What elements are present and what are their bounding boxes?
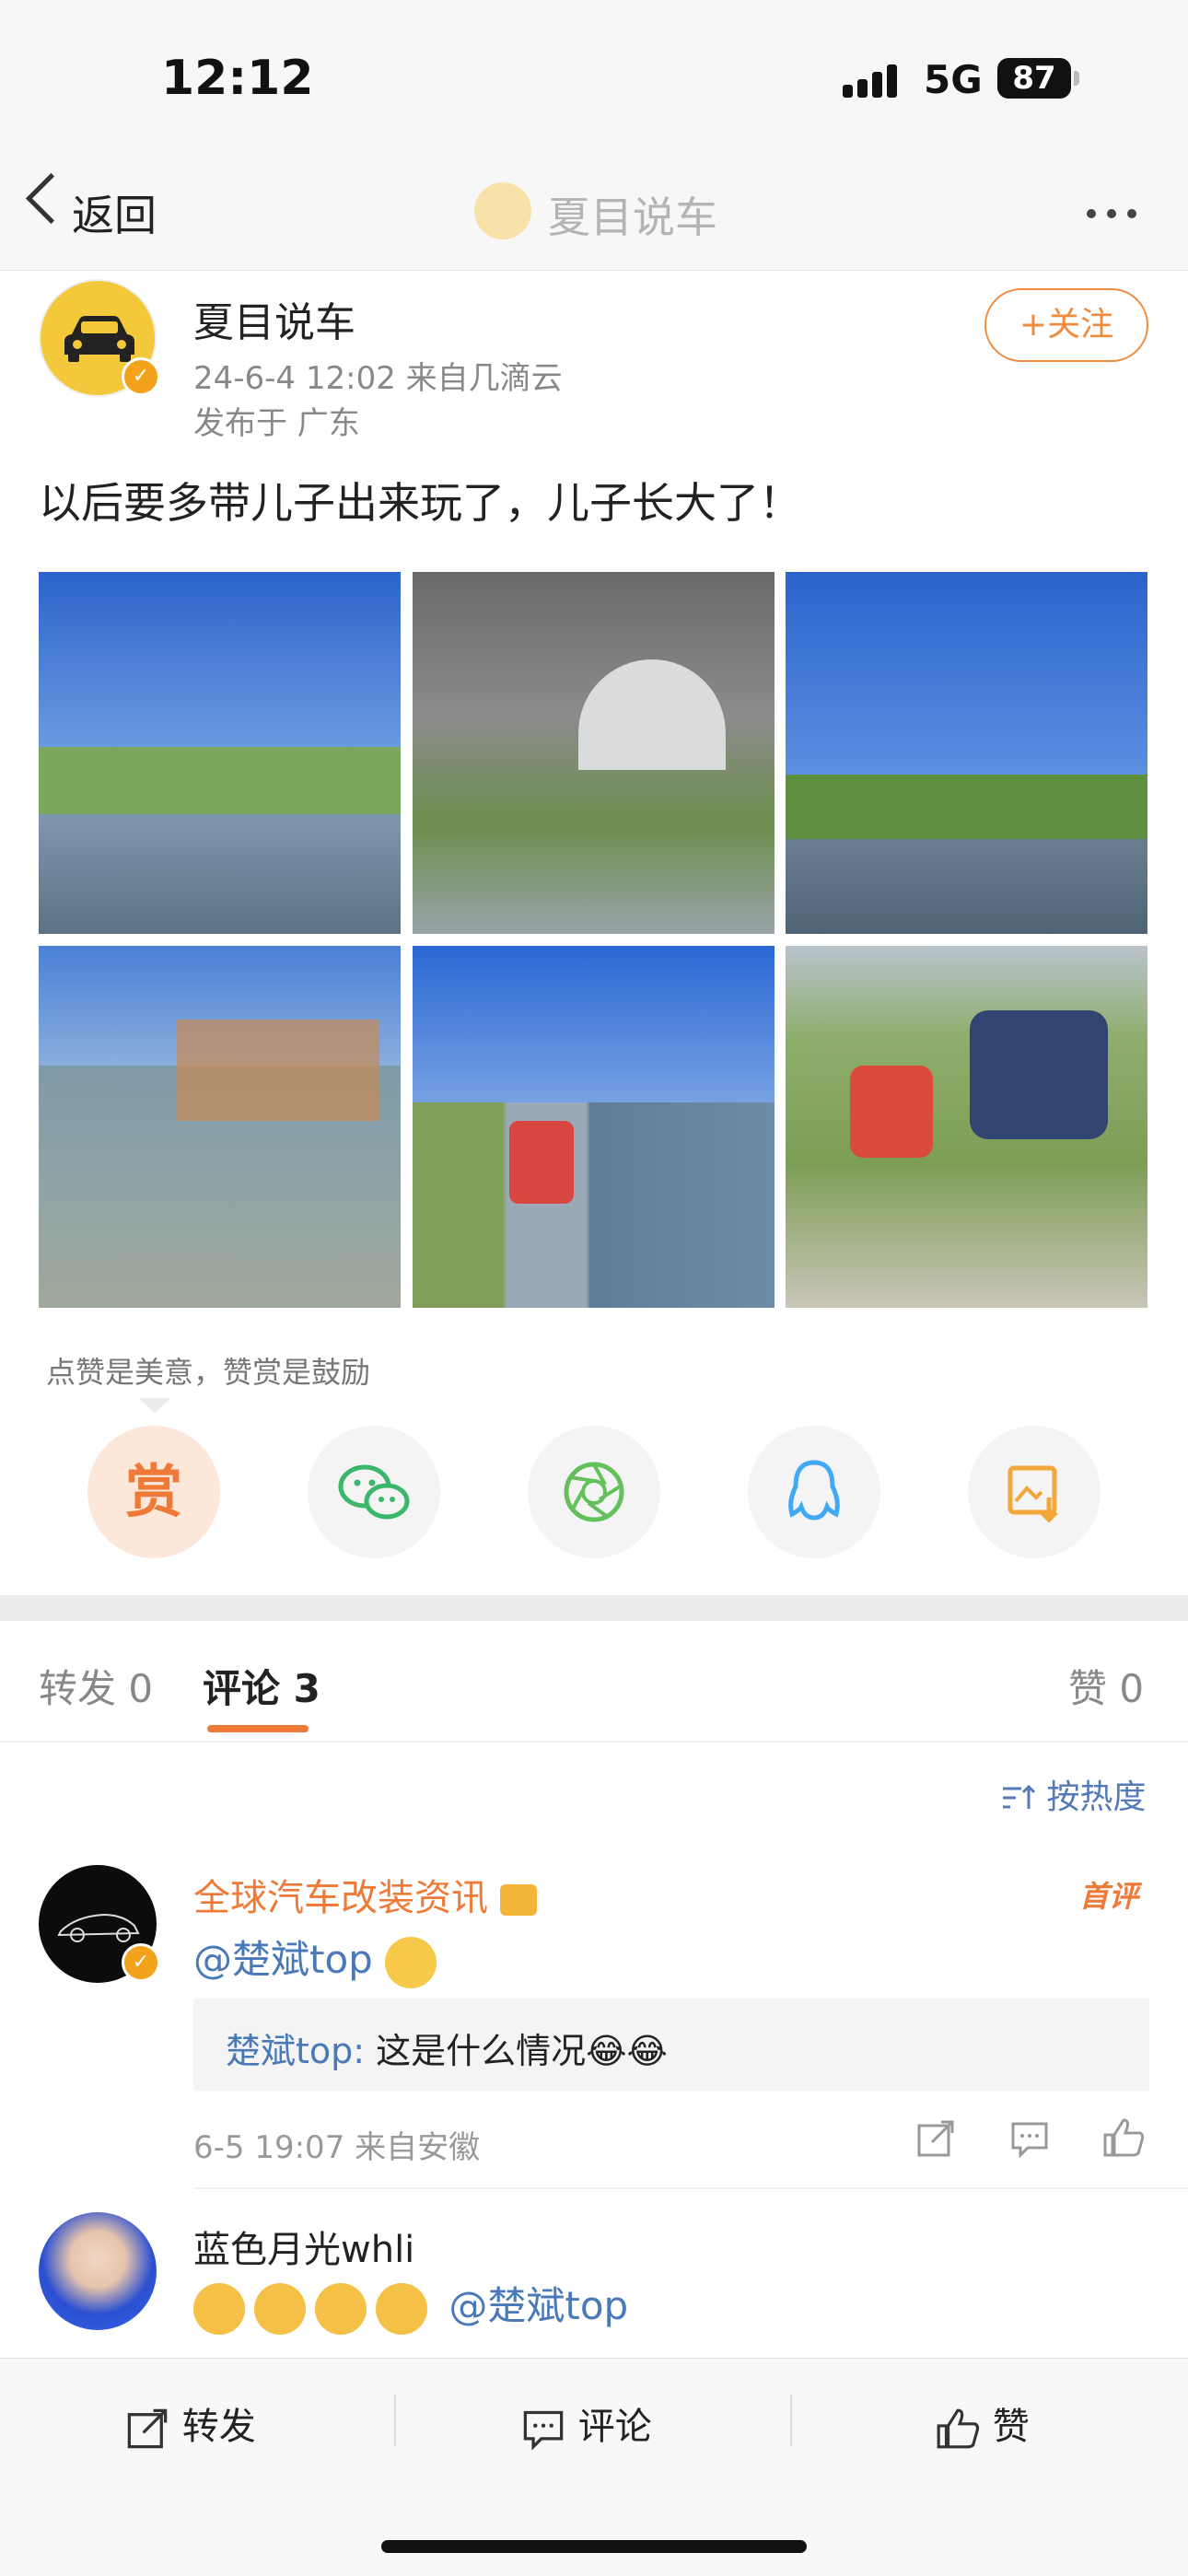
tab-repost[interactable]: 转发 0 bbox=[39, 1658, 153, 1714]
bottom-comment-button[interactable]: 评论 bbox=[520, 2396, 652, 2451]
section-divider bbox=[0, 1595, 1188, 1621]
share-qq-button[interactable] bbox=[748, 1426, 880, 1558]
photo-3[interactable] bbox=[786, 572, 1147, 934]
shrug-emoji-icon bbox=[385, 1936, 437, 1988]
post-meta: 24-6-4 12:02 来自几滴云 bbox=[193, 360, 563, 397]
follow-button[interactable]: +关注 bbox=[984, 288, 1148, 362]
author-name[interactable]: 夏目说车 bbox=[193, 289, 355, 348]
post-content: 以后要多带儿子出来玩了，儿子长大了！ bbox=[39, 478, 801, 528]
network-label: 5G bbox=[924, 57, 983, 102]
reward-hint: 点赞是美意，赞赏是鼓励 bbox=[46, 1355, 371, 1390]
photo-5[interactable] bbox=[413, 946, 775, 1308]
comment-text: @楚斌top bbox=[193, 1929, 446, 1988]
bottom-like-button[interactable]: 赞 bbox=[935, 2396, 1030, 2451]
reply-author[interactable]: 楚斌top: bbox=[226, 2031, 365, 2071]
verified-icon: ✓ bbox=[122, 1943, 160, 1982]
comment-separator bbox=[193, 2187, 1188, 2189]
comment-author-name: 全球汽车改装资讯 bbox=[193, 1877, 488, 1919]
doge-emoji-icon bbox=[315, 2282, 367, 2335]
sort-button[interactable]: 按热度 bbox=[999, 1770, 1146, 1818]
tab-comment[interactable]: 评论 3 bbox=[203, 1658, 320, 1714]
comment-avatar[interactable] bbox=[39, 2212, 157, 2330]
verified-icon: ✓ bbox=[122, 357, 160, 396]
doge-emoji-icon bbox=[193, 2282, 245, 2335]
repost-icon bbox=[127, 2408, 168, 2449]
tab-border bbox=[0, 1741, 1188, 1743]
crown-icon bbox=[499, 1884, 537, 1916]
car-icon bbox=[64, 316, 134, 362]
photo-6[interactable] bbox=[786, 946, 1147, 1308]
tab-comment-count: 3 bbox=[293, 1666, 320, 1711]
back-button[interactable]: 返回 bbox=[72, 182, 157, 243]
reply-content: 这是什么情况😂😂 bbox=[365, 2031, 668, 2071]
signal-icon bbox=[843, 64, 902, 98]
bottom-like-label: 赞 bbox=[992, 2406, 1030, 2448]
comment-text: @楚斌top bbox=[193, 2275, 628, 2335]
reward-button[interactable]: 赏 bbox=[87, 1426, 220, 1558]
battery-icon: 87 bbox=[997, 58, 1071, 99]
comment-author[interactable]: 全球汽车改装资讯 bbox=[193, 1868, 537, 1921]
tab-like[interactable]: 赞 0 bbox=[1068, 1658, 1144, 1714]
sort-icon bbox=[1003, 1784, 1036, 1809]
save-image-button[interactable] bbox=[968, 1426, 1101, 1558]
nav-avatar bbox=[474, 182, 531, 239]
bottom-separator bbox=[790, 2395, 792, 2446]
like-comment-icon[interactable] bbox=[1101, 2116, 1146, 2162]
bottom-repost-button[interactable]: 转发 bbox=[124, 2396, 256, 2451]
tab-like-label: 赞 bbox=[1068, 1666, 1108, 1711]
tab-underline bbox=[207, 1725, 309, 1732]
reply-comment-icon[interactable] bbox=[1009, 2118, 1050, 2162]
moments-icon bbox=[564, 1462, 624, 1522]
hint-arrow bbox=[138, 1398, 171, 1413]
bottom-repost-label: 转发 bbox=[181, 2406, 256, 2448]
bottom-comment-label: 评论 bbox=[577, 2406, 652, 2448]
sort-label: 按热度 bbox=[1046, 1778, 1147, 1816]
doge-emoji-icon bbox=[376, 2282, 427, 2335]
doge-emoji-icon bbox=[254, 2282, 306, 2335]
tab-comment-label: 评论 bbox=[203, 1666, 281, 1711]
wechat-icon bbox=[338, 1464, 410, 1520]
photo-1[interactable] bbox=[39, 572, 401, 934]
comment-author-name[interactable]: 蓝色月光whli bbox=[193, 2220, 414, 2273]
tab-like-count: 0 bbox=[1119, 1666, 1145, 1711]
repost-comment-icon[interactable] bbox=[915, 2118, 956, 2162]
first-comment-tag: 首评 bbox=[1079, 1879, 1139, 1914]
share-wechat-button[interactable] bbox=[308, 1426, 440, 1558]
qq-icon bbox=[788, 1460, 840, 1521]
tab-repost-label: 转发 bbox=[39, 1666, 117, 1711]
reply-text: 楚斌top: 这是什么情况😂😂 bbox=[226, 2022, 668, 2073]
comment-meta: 6-5 19:07 来自安徽 bbox=[193, 2129, 481, 2166]
share-moments-button[interactable] bbox=[528, 1426, 660, 1558]
mention-link[interactable]: @楚斌top bbox=[448, 2283, 628, 2328]
post-location: 发布于 广东 bbox=[193, 405, 360, 442]
nav-title: 夏目说车 bbox=[548, 192, 717, 242]
save-image-icon bbox=[1007, 1465, 1058, 1523]
battery-cap bbox=[1074, 71, 1079, 86]
photo-2[interactable] bbox=[413, 572, 775, 934]
tab-repost-count: 0 bbox=[128, 1666, 154, 1711]
comment-icon bbox=[523, 2410, 564, 2451]
photo-4[interactable] bbox=[39, 946, 401, 1308]
reward-label: 赏 bbox=[124, 1458, 182, 1525]
mention-link[interactable]: @楚斌top bbox=[193, 1937, 373, 1982]
like-icon bbox=[937, 2408, 980, 2449]
home-indicator bbox=[381, 2540, 807, 2553]
bottom-separator bbox=[394, 2395, 396, 2446]
status-time: 12:12 bbox=[161, 51, 314, 106]
more-icon[interactable] bbox=[1087, 204, 1147, 222]
